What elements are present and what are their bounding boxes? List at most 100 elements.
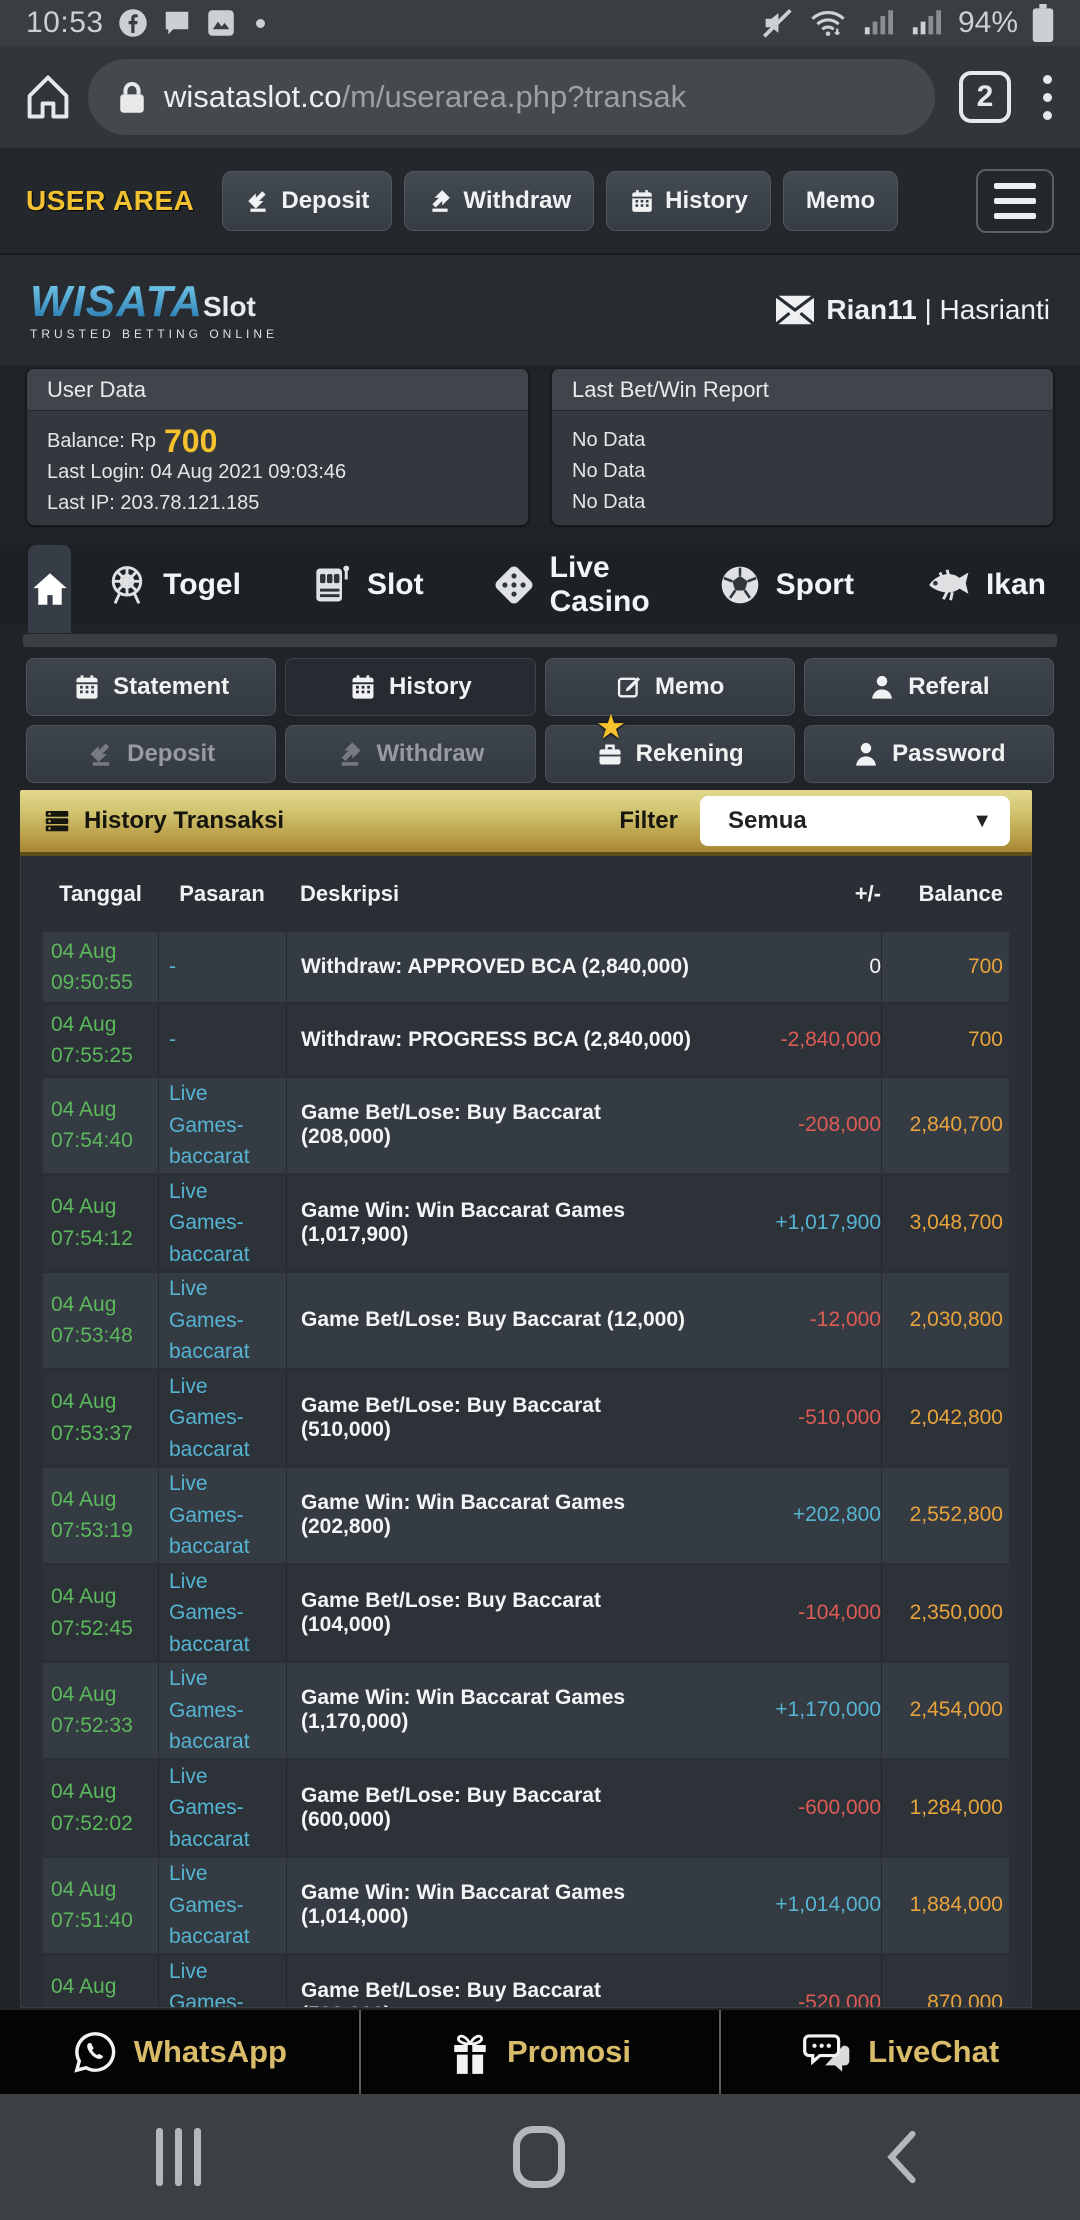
tab-togel[interactable]: Togel	[71, 545, 275, 625]
header-withdraw-label: Withdraw	[463, 187, 571, 215]
col-deskripsi: Deskripsi	[286, 881, 696, 907]
statement-button[interactable]: Statement	[26, 658, 276, 716]
filter-label: Filter	[619, 807, 678, 835]
url-bar[interactable]: wisataslot.co/m/userarea.php?transak	[88, 59, 935, 135]
android-nav-bar	[0, 2094, 1080, 2220]
gallery-icon	[206, 8, 236, 38]
tab-live-casino[interactable]: Live Casino	[458, 545, 684, 625]
rekening-button[interactable]: ★ Rekening	[545, 725, 795, 783]
cell-tanggal: 04 Aug07:52:02	[43, 1761, 158, 1856]
deposit-button[interactable]: Deposit	[26, 725, 276, 783]
header-withdraw-button[interactable]: Withdraw	[404, 171, 594, 231]
envelope-icon[interactable]	[776, 295, 814, 325]
cell-pasaran: Live Games-baccarat	[158, 1761, 286, 1856]
withdraw-button[interactable]: Withdraw	[285, 725, 535, 783]
person-icon	[852, 740, 880, 768]
hamburger-menu-icon[interactable]	[976, 169, 1054, 233]
rekening-label: Rekening	[636, 740, 744, 768]
cell-pasaran: Live Games-baccarat	[158, 1663, 286, 1758]
calendar-icon	[349, 673, 377, 701]
dice-icon	[492, 563, 536, 607]
cell-pasaran: Live Games-baccarat	[158, 1858, 286, 1953]
calendar-icon	[629, 188, 655, 214]
password-button[interactable]: Password	[804, 725, 1054, 783]
header-deposit-button[interactable]: Deposit	[222, 171, 392, 231]
cell-pasaran: Live Games-baccarat	[158, 1176, 286, 1271]
cell-amount: -510,000	[696, 1371, 881, 1466]
memo-button[interactable]: Memo	[545, 658, 795, 716]
game-tabs-band: Togel Slot Live Casino Sport Ikan	[0, 545, 1080, 625]
message-icon	[162, 8, 192, 38]
memo-label: Memo	[655, 673, 724, 701]
cell-balance: 3,048,700	[881, 1176, 1009, 1271]
history-button[interactable]: History	[285, 658, 535, 716]
referal-label: Referal	[908, 673, 989, 701]
tab-sport[interactable]: Sport	[684, 545, 888, 625]
logo-slot: Slot	[203, 291, 256, 322]
user-data-panel: User Data Balance: Rp 700 Last Login: 04…	[26, 368, 529, 526]
table-icon	[42, 806, 72, 836]
cell-deskripsi: Game Win: Win Baccarat Games (1,014,000)	[286, 1858, 696, 1953]
back-button[interactable]	[878, 2126, 924, 2188]
history-label: History	[389, 673, 472, 701]
tab-slot-label: Slot	[367, 568, 424, 602]
tab-togel-label: Togel	[163, 568, 241, 602]
cell-pasaran: Live Games-baccarat	[158, 1371, 286, 1466]
cell-pasaran: Live Games-baccarat	[158, 1078, 286, 1173]
table-row: 04 Aug07:53:48 Live Games-baccarat Game …	[43, 1273, 1009, 1368]
filter-select[interactable]: Semua ▼	[700, 796, 1010, 846]
android-home-button[interactable]	[513, 2126, 565, 2188]
tab-slot[interactable]: Slot	[275, 545, 458, 625]
cell-tanggal: 04 Aug07:50:57	[43, 1956, 158, 2009]
cell-pasaran: Live Games-baccarat	[158, 1468, 286, 1563]
cell-balance: 1,884,000	[881, 1858, 1009, 1953]
deposit-icon	[87, 740, 115, 768]
table-row: 04 Aug07:53:37 Live Games-baccarat Game …	[43, 1371, 1009, 1466]
browser-menu-icon[interactable]	[1037, 69, 1058, 126]
cell-balance: 2,552,800	[881, 1468, 1009, 1563]
header-memo-button[interactable]: Memo	[783, 171, 898, 231]
col-amount: +/-	[696, 881, 881, 907]
cell-balance: 1,284,000	[881, 1761, 1009, 1856]
deposit-label: Deposit	[127, 740, 215, 768]
account-separator: |	[917, 294, 940, 325]
tab-ikan[interactable]: Ikan	[888, 545, 1080, 625]
promosi-link[interactable]: Promosi	[361, 2010, 722, 2094]
last-bet-line: No Data	[572, 487, 1033, 518]
history-table-body: 04 Aug09:50:55 - Withdraw: APPROVED BCA …	[21, 932, 1031, 2008]
header-history-button[interactable]: History	[606, 171, 771, 231]
livechat-link[interactable]: LiveChat	[721, 2010, 1080, 2094]
deposit-icon	[245, 188, 271, 214]
tab-count-button[interactable]: 2	[959, 71, 1011, 123]
cell-tanggal: 04 Aug07:53:37	[43, 1371, 158, 1466]
clock: 10:53	[26, 6, 104, 40]
whatsapp-link[interactable]: WhatsApp	[0, 2010, 361, 2094]
last-ip: Last IP: 203.78.121.185	[47, 488, 508, 519]
balance-value: 700	[164, 425, 217, 457]
referal-button[interactable]: Referal	[804, 658, 1054, 716]
cell-tanggal: 04 Aug09:50:55	[43, 932, 158, 1002]
cell-pasaran: Live Games-baccarat	[158, 1273, 286, 1368]
status-bar: 10:53 94%	[0, 0, 1080, 46]
chevron-down-icon: ▼	[972, 810, 992, 833]
site-logo[interactable]: WISATASlot TRUSTED BETTING ONLINE	[30, 280, 278, 340]
bottom-bar: WhatsApp Promosi LiveChat	[0, 2010, 1080, 2094]
withdraw-label: Withdraw	[376, 740, 484, 768]
tab-ikan-label: Ikan	[986, 568, 1046, 602]
tab-home[interactable]	[28, 545, 71, 633]
statement-label: Statement	[113, 673, 229, 701]
header-memo-label: Memo	[806, 187, 875, 215]
person-icon	[868, 673, 896, 701]
cell-balance: 700	[881, 1005, 1009, 1075]
cell-balance: 2,030,800	[881, 1273, 1009, 1368]
history-title: History Transaksi	[84, 807, 284, 835]
recent-apps-button[interactable]	[156, 2128, 201, 2186]
table-row: 04 Aug07:51:40 Live Games-baccarat Game …	[43, 1858, 1009, 1953]
whatsapp-icon	[72, 2029, 118, 2075]
user-data-title: User Data	[27, 369, 528, 411]
filter-value: Semua	[728, 807, 807, 835]
fish-icon	[922, 565, 972, 605]
togel-wheel-icon	[105, 563, 149, 607]
browser-home-icon[interactable]	[22, 71, 74, 123]
cell-tanggal: 04 Aug07:54:40	[43, 1078, 158, 1173]
